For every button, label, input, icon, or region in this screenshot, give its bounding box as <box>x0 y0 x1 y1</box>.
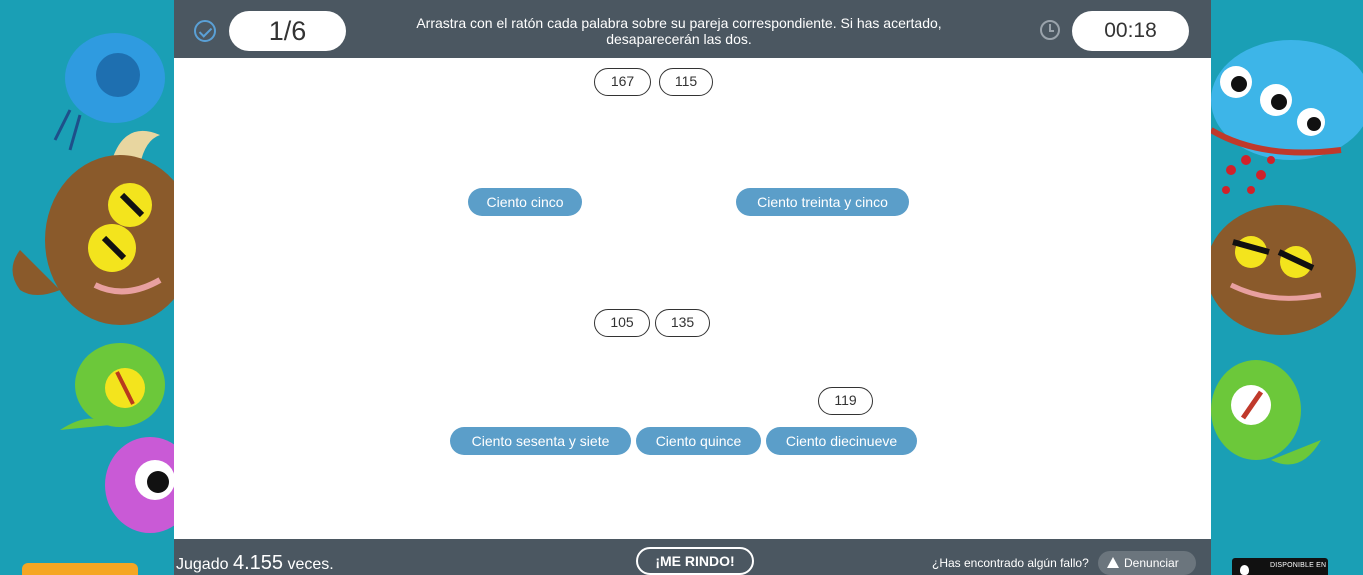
orange-tab[interactable] <box>22 563 138 575</box>
store-badge-text: DISPONIBLE EN <box>1270 562 1327 569</box>
pink-monster-left <box>105 437 174 533</box>
brown-monster-left <box>12 155 174 325</box>
number-card-115[interactable]: 115 <box>659 68 713 96</box>
played-prefix: Jugado <box>176 556 229 573</box>
app-store-badge[interactable]: DISPONIBLE EN <box>1232 558 1328 575</box>
word-card-ciento-quince[interactable]: Ciento quince <box>636 427 761 455</box>
played-suffix: veces. <box>287 556 334 573</box>
report-button[interactable]: Denunciar <box>1098 551 1196 575</box>
word-card-ciento-cinco[interactable]: Ciento cinco <box>468 188 582 216</box>
word-card-ciento-diecinueve[interactable]: Ciento diecinueve <box>766 427 917 455</box>
progress-counter: 1/6 <box>229 11 346 51</box>
number-card-119[interactable]: 119 <box>818 387 873 415</box>
check-circle-icon <box>194 20 216 42</box>
warning-icon <box>1107 557 1119 568</box>
timer-display: 00:18 <box>1072 11 1189 51</box>
monsters-right-decoration <box>1211 0 1363 575</box>
played-counter: Jugado 4.155 veces. <box>176 552 334 575</box>
apple-icon <box>1240 565 1249 575</box>
number-card-167[interactable]: 167 <box>594 68 651 96</box>
number-card-105[interactable]: 105 <box>594 309 650 337</box>
top-bar: 1/6 Arrastra con el ratón cada palabra s… <box>174 0 1211 58</box>
give-up-button[interactable]: ¡ME RINDO! <box>636 547 754 575</box>
report-button-label: Denunciar <box>1124 556 1179 570</box>
blue-monster-right <box>1211 40 1363 160</box>
number-card-135[interactable]: 135 <box>655 309 710 337</box>
red-dots-right <box>1222 155 1275 194</box>
brown-monster-right <box>1211 205 1356 335</box>
word-card-ciento-sesenta-y-siete[interactable]: Ciento sesenta y siete <box>450 427 631 455</box>
report-question: ¿Has encontrado algún fallo? <box>932 556 1089 570</box>
instructions-text: Arrastra con el ratón cada palabra sobre… <box>416 15 942 47</box>
game-panel: 1/6 Arrastra con el ratón cada palabra s… <box>174 0 1211 575</box>
green-monster-right <box>1211 360 1321 465</box>
green-monster-left <box>60 343 165 430</box>
clock-icon <box>1040 20 1060 40</box>
word-card-ciento-treinta-y-cinco[interactable]: Ciento treinta y cinco <box>736 188 909 216</box>
bottom-bar: Jugado 4.155 veces. ¡ME RINDO! ¿Has enco… <box>174 539 1211 575</box>
monsters-left-decoration <box>0 0 174 575</box>
played-count: 4.155 <box>232 552 284 574</box>
